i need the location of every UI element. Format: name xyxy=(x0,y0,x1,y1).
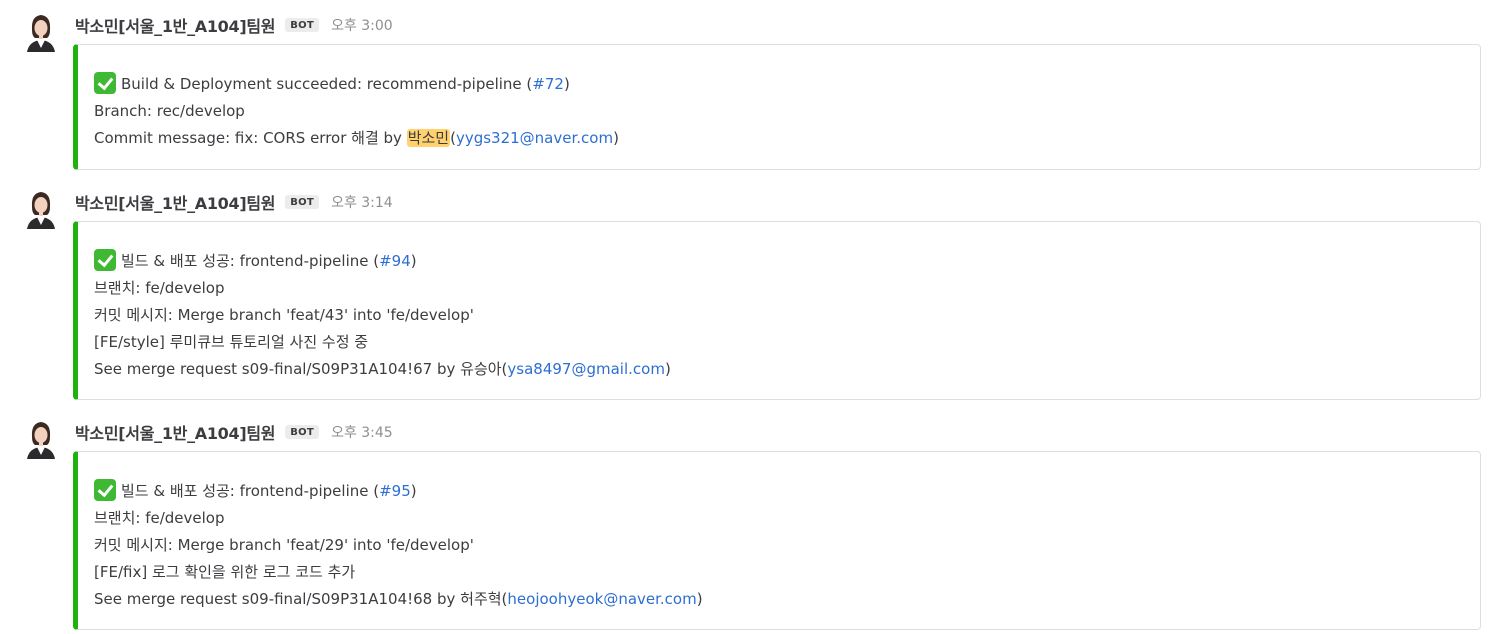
message-attachment: Build & Deployment succeeded: recommend-… xyxy=(73,44,1481,170)
commit-detail-line: [FE/fix] 로그 확인을 위한 로그 코드 추가 xyxy=(94,563,356,581)
status-text-end: ) xyxy=(410,482,417,500)
merge-request-line: See merge request s09-final/S09P31A104!6… xyxy=(94,586,1480,613)
timestamp[interactable]: 오후 3:14 xyxy=(331,192,393,212)
avatar[interactable] xyxy=(22,12,60,52)
status-text: 빌드 & 배포 성공: frontend-pipeline ( xyxy=(121,252,380,270)
pipeline-link[interactable]: #94 xyxy=(379,252,411,270)
branch-line: 브랜치: fe/develop xyxy=(94,279,225,297)
email-link[interactable]: yygs321@naver.com xyxy=(456,129,613,147)
author-name[interactable]: 박소민[서울_1반_A104]팀원 xyxy=(75,190,276,214)
email-link[interactable]: heojoohyeok@naver.com xyxy=(507,590,696,608)
paren-close: ) xyxy=(664,360,671,378)
status-line: 빌드 & 배포 성공: frontend-pipeline (#94) xyxy=(94,248,1480,275)
branch-line: 브랜치: fe/develop xyxy=(94,509,225,527)
check-mark-icon xyxy=(94,72,116,94)
author-name[interactable]: 박소민[서울_1반_A104]팀원 xyxy=(75,13,276,37)
check-mark-icon xyxy=(94,479,116,501)
paren-close: ) xyxy=(613,129,619,147)
status-line: 빌드 & 배포 성공: frontend-pipeline (#95) xyxy=(94,478,1480,505)
bot-badge: BOT xyxy=(285,195,320,209)
message-header: 박소민[서울_1반_A104]팀원 BOT 오후 3:14 xyxy=(75,189,393,215)
status-text-end: ) xyxy=(563,75,570,93)
check-mark-icon xyxy=(94,249,116,271)
bot-badge: BOT xyxy=(285,18,320,32)
commit-text: Commit message: fix: CORS error 해결 by xyxy=(94,129,407,147)
user-mention[interactable]: 박소민 xyxy=(406,129,451,147)
merge-request-text: See merge request s09-final/S09P31A104!6… xyxy=(94,360,508,378)
avatar[interactable] xyxy=(22,419,60,459)
avatar[interactable] xyxy=(22,189,60,229)
commit-line: 커밋 메시지: Merge branch 'feat/43' into 'fe/… xyxy=(94,306,474,324)
status-line: Build & Deployment succeeded: recommend-… xyxy=(94,71,1480,98)
timestamp[interactable]: 오후 3:00 xyxy=(331,15,393,35)
message-header: 박소민[서울_1반_A104]팀원 BOT 오후 3:45 xyxy=(75,419,393,445)
message-attachment: 빌드 & 배포 성공: frontend-pipeline (#95) 브랜치:… xyxy=(73,451,1481,630)
commit-detail-line: [FE/style] 루미큐브 튜토리얼 사진 수정 중 xyxy=(94,333,369,351)
author-name[interactable]: 박소민[서울_1반_A104]팀원 xyxy=(75,420,276,444)
status-text: Build & Deployment succeeded: recommend-… xyxy=(121,75,533,93)
branch-line: Branch: rec/develop xyxy=(94,102,245,120)
status-text: 빌드 & 배포 성공: frontend-pipeline ( xyxy=(121,482,380,500)
message-attachment: 빌드 & 배포 성공: frontend-pipeline (#94) 브랜치:… xyxy=(73,221,1481,400)
merge-request-text: See merge request s09-final/S09P31A104!6… xyxy=(94,590,508,608)
status-text-end: ) xyxy=(410,252,417,270)
pipeline-link[interactable]: #72 xyxy=(532,75,564,93)
timestamp[interactable]: 오후 3:45 xyxy=(331,422,393,442)
pipeline-link[interactable]: #95 xyxy=(379,482,411,500)
bot-badge: BOT xyxy=(285,425,320,439)
email-link[interactable]: ysa8497@gmail.com xyxy=(507,360,665,378)
merge-request-line: See merge request s09-final/S09P31A104!6… xyxy=(94,356,1480,383)
commit-line: Commit message: fix: CORS error 해결 by 박소… xyxy=(94,125,1480,152)
message-header: 박소민[서울_1반_A104]팀원 BOT 오후 3:00 xyxy=(75,12,393,38)
commit-line: 커밋 메시지: Merge branch 'feat/29' into 'fe/… xyxy=(94,536,474,554)
message-feed: 박소민[서울_1반_A104]팀원 BOT 오후 3:00 Build & De… xyxy=(0,0,1493,634)
paren-close: ) xyxy=(696,590,703,608)
